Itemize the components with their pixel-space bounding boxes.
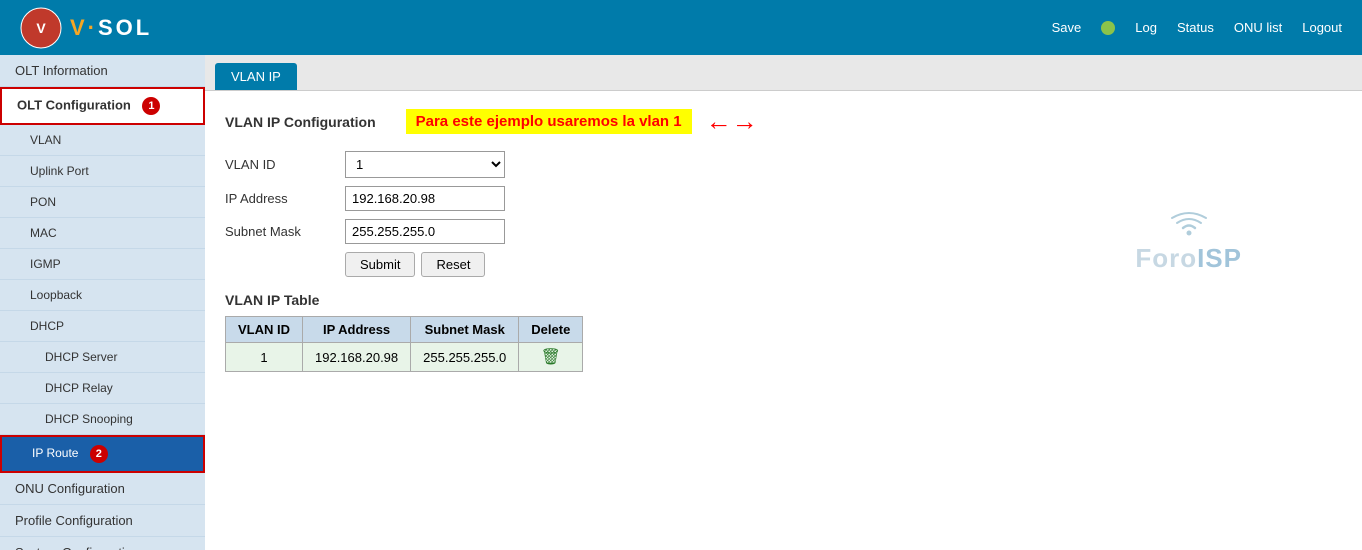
logo-text: V·SOL — [70, 15, 152, 41]
sidebar-item-ip-route[interactable]: IP Route 2 — [0, 435, 205, 473]
status-indicator — [1101, 21, 1115, 35]
header: V V·SOL Save Log Status ONU list Logout — [0, 0, 1362, 55]
vlan-id-row: VLAN ID 1 — [225, 151, 1342, 178]
subnet-mask-input[interactable] — [345, 219, 505, 244]
sidebar-item-dhcp-snooping[interactable]: DHCP Snooping — [0, 404, 205, 435]
watermark: ForoISP — [1135, 211, 1242, 274]
log-link[interactable]: Log — [1135, 20, 1157, 35]
cell-vlan-id: 1 — [226, 343, 303, 372]
sidebar-item-olt-configuration[interactable]: OLT Configuration 1 — [0, 87, 205, 125]
col-delete: Delete — [519, 317, 583, 343]
tab-bar: VLAN IP — [205, 55, 1362, 91]
table-row: 1 192.168.20.98 255.255.255.0 🗑 — [226, 343, 583, 372]
watermark-text: ForoISP — [1135, 243, 1242, 274]
table-title: VLAN IP Table — [225, 292, 1342, 308]
logout-link[interactable]: Logout — [1302, 20, 1342, 35]
section-title: VLAN IP Configuration — [225, 114, 376, 130]
content-area: VLAN IP Configuration Para este ejemplo … — [205, 91, 1362, 387]
delete-row-button[interactable]: 🗑 — [541, 347, 561, 367]
ip-address-input[interactable] — [345, 186, 505, 211]
sidebar-item-mac[interactable]: MAC — [0, 218, 205, 249]
sidebar-item-uplink-port[interactable]: Uplink Port — [0, 156, 205, 187]
header-nav: Save Log Status ONU list Logout — [1052, 20, 1342, 35]
vlan-id-label: VLAN ID — [225, 157, 345, 172]
col-subnet-mask: Subnet Mask — [411, 317, 519, 343]
col-vlan-id: VLAN ID — [226, 317, 303, 343]
badge-2: 2 — [90, 445, 108, 463]
svg-text:V: V — [36, 20, 46, 36]
sidebar-item-loopback[interactable]: Loopback — [0, 280, 205, 311]
sidebar-item-onu-configuration[interactable]: ONU Configuration — [0, 473, 205, 505]
sidebar-item-dhcp-relay[interactable]: DHCP Relay — [0, 373, 205, 404]
sidebar-item-pon[interactable]: PON — [0, 187, 205, 218]
annotation-text: Para este ejemplo usaremos la vlan 1 — [406, 109, 692, 134]
vlan-ip-table: VLAN ID IP Address Subnet Mask Delete 1 … — [225, 316, 583, 372]
cell-subnet-mask: 255.255.255.0 — [411, 343, 519, 372]
col-ip-address: IP Address — [303, 317, 411, 343]
watermark-wifi-icon — [1169, 211, 1209, 241]
sidebar-item-dhcp-server[interactable]: DHCP Server — [0, 342, 205, 373]
sidebar-item-profile-configuration[interactable]: Profile Configuration — [0, 505, 205, 537]
cell-delete: 🗑 — [519, 343, 583, 372]
sidebar-item-igmp[interactable]: IGMP — [0, 249, 205, 280]
sidebar-item-vlan[interactable]: VLAN — [0, 125, 205, 156]
reset-button[interactable]: Reset — [421, 252, 485, 277]
onu-list-link[interactable]: ONU list — [1234, 20, 1282, 35]
cell-ip-address: 192.168.20.98 — [303, 343, 411, 372]
badge-1: 1 — [142, 97, 160, 115]
annotation-arrow: ←→ — [706, 106, 758, 137]
status-link[interactable]: Status — [1177, 20, 1214, 35]
vsol-logo-icon: V — [20, 7, 62, 49]
save-button[interactable]: Save — [1052, 20, 1082, 35]
tab-vlan-ip[interactable]: VLAN IP — [215, 63, 297, 90]
logo: V V·SOL — [20, 7, 152, 49]
sidebar-item-system-configuration[interactable]: System Configuration — [0, 537, 205, 550]
sidebar-item-olt-information[interactable]: OLT Information — [0, 55, 205, 87]
main-content: VLAN IP VLAN IP Configuration Para este … — [205, 55, 1362, 550]
subnet-mask-label: Subnet Mask — [225, 224, 345, 239]
sidebar: OLT Information OLT Configuration 1 VLAN… — [0, 55, 205, 550]
submit-button[interactable]: Submit — [345, 252, 415, 277]
sidebar-item-dhcp[interactable]: DHCP — [0, 311, 205, 342]
ip-address-label: IP Address — [225, 191, 345, 206]
vlan-id-select[interactable]: 1 — [345, 151, 505, 178]
layout: OLT Information OLT Configuration 1 VLAN… — [0, 55, 1362, 550]
ip-address-row: IP Address — [225, 186, 1342, 211]
